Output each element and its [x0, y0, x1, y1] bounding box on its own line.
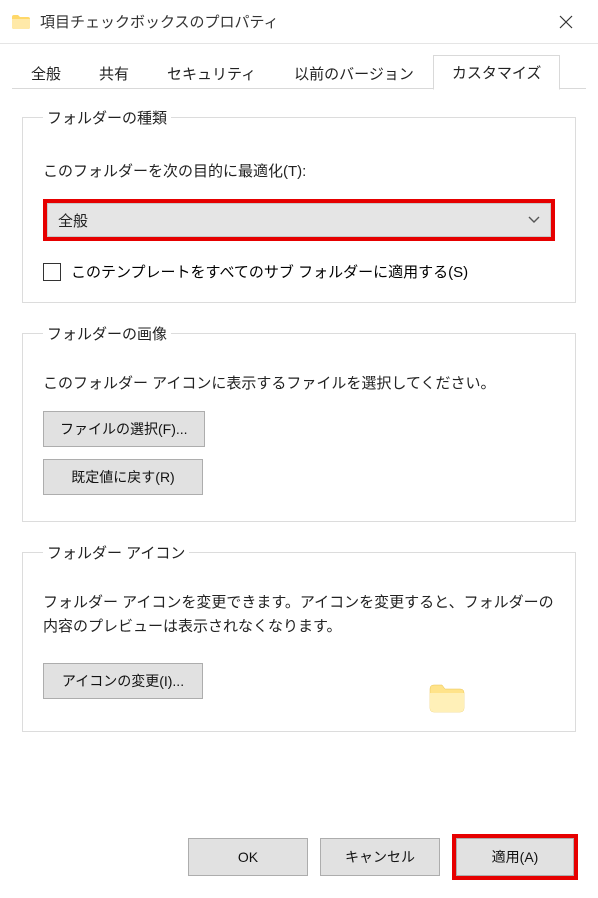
folder-icon-desc: フォルダー アイコンを変更できます。アイコンを変更すると、フォルダーの内容のプレ…	[43, 591, 555, 639]
dropdown-highlight: 全般	[43, 199, 555, 241]
group-folder-icon: フォルダー アイコン フォルダー アイコンを変更できます。アイコンを変更すると、…	[22, 542, 576, 732]
apply-button[interactable]: 適用(A)	[456, 838, 574, 876]
reset-default-button[interactable]: 既定値に戻す(R)	[43, 459, 203, 495]
cancel-button[interactable]: キャンセル	[320, 838, 440, 876]
optimize-label: このフォルダーを次の目的に最適化(T):	[43, 160, 555, 181]
group-folder-type: フォルダーの種類 このフォルダーを次の目的に最適化(T): 全般 このテンプレー…	[22, 107, 576, 303]
folder-image-desc: このフォルダー アイコンに表示するファイルを選択してください。	[43, 372, 555, 393]
choose-file-button[interactable]: ファイルの選択(F)...	[43, 411, 205, 447]
apply-subfolders-label: このテンプレートをすべてのサブ フォルダーに適用する(S)	[71, 261, 468, 282]
tab-customize[interactable]: カスタマイズ	[433, 55, 561, 90]
dialog-footer: OK キャンセル 適用(A)	[0, 828, 598, 898]
tab-previous-versions[interactable]: 以前のバージョン	[275, 56, 433, 90]
tab-sharing[interactable]: 共有	[80, 56, 148, 90]
folder-icon-preview	[429, 683, 465, 713]
window-title: 項目チェックボックスのプロパティ	[40, 11, 546, 32]
close-button[interactable]	[546, 6, 586, 38]
tab-security[interactable]: セキュリティ	[148, 56, 275, 90]
group-folder-image: フォルダーの画像 このフォルダー アイコンに表示するファイルを選択してください。…	[22, 323, 576, 522]
optimize-dropdown-value: 全般	[58, 210, 88, 231]
apply-button-highlight: 適用(A)	[452, 834, 578, 880]
apply-subfolders-checkbox[interactable]	[43, 263, 61, 281]
group-folder-type-legend: フォルダーの種類	[43, 107, 171, 128]
tab-general[interactable]: 全般	[12, 56, 80, 90]
tab-strip: 全般 共有 セキュリティ 以前のバージョン カスタマイズ	[0, 44, 598, 89]
close-icon	[559, 15, 573, 29]
group-folder-icon-legend: フォルダー アイコン	[43, 542, 189, 563]
title-bar: 項目チェックボックスのプロパティ	[0, 0, 598, 44]
apply-subfolders-row[interactable]: このテンプレートをすべてのサブ フォルダーに適用する(S)	[43, 261, 555, 282]
folder-icon	[12, 15, 30, 29]
tab-content: フォルダーの種類 このフォルダーを次の目的に最適化(T): 全般 このテンプレー…	[0, 89, 598, 828]
chevron-down-icon	[528, 216, 540, 224]
change-icon-button[interactable]: アイコンの変更(I)...	[43, 663, 203, 699]
optimize-dropdown[interactable]: 全般	[47, 203, 551, 237]
group-folder-image-legend: フォルダーの画像	[43, 323, 171, 344]
ok-button[interactable]: OK	[188, 838, 308, 876]
